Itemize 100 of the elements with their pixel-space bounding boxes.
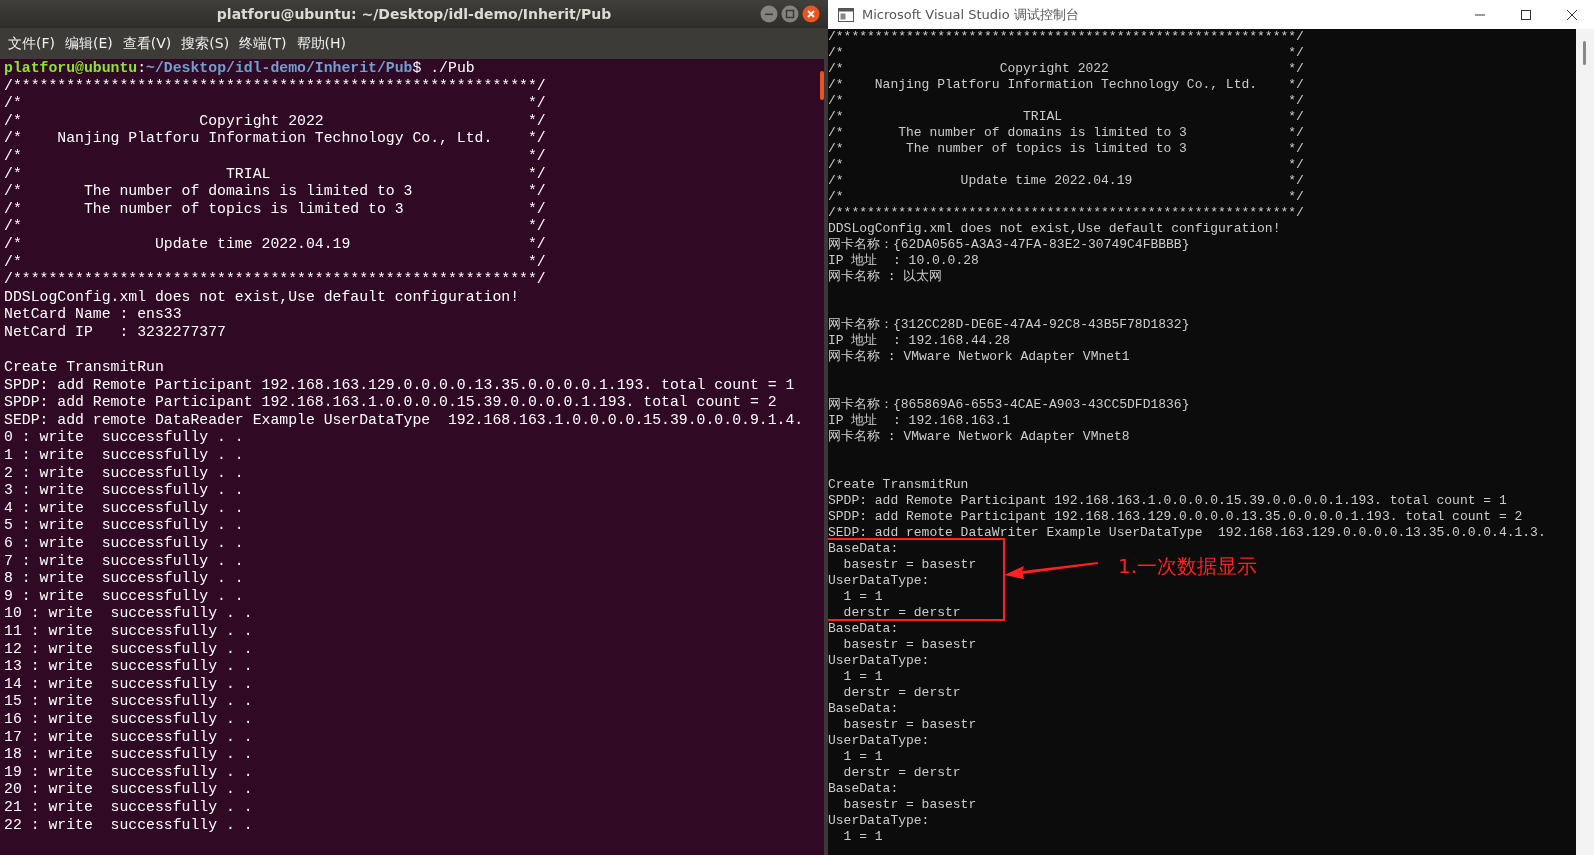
terminal-line: /* Update time 2022.04.19 */ <box>4 235 546 254</box>
terminal-line: 15 : write successfully . . <box>4 693 253 711</box>
window-title: Microsoft Visual Studio 调试控制台 <box>862 5 1080 24</box>
console-line: 网卡名称：{62DA0565-A3A3-47FA-83E2-30749C4FBBBB} <box>828 237 1190 253</box>
console-line: /* */ <box>828 189 1304 205</box>
console-line: basestr = basestr <box>842 557 977 573</box>
close-icon[interactable] <box>1566 8 1578 21</box>
terminal-line: SEDP: add remote DataReader Example UserDataType 192.168.163.1.0.0.0.0.15.39.0.0.0.9.1.4. <box>4 411 804 430</box>
console-line: BaseData: <box>828 701 899 717</box>
annotation-label: 1.一次数据显示 <box>1118 553 1258 580</box>
close-icon[interactable] <box>802 5 820 23</box>
console-line: /* Update time 2022.04.19 */ <box>828 173 1304 189</box>
terminal-line: 8 : write successfully . . <box>4 570 244 588</box>
terminal-line: 17 : write successfully . . <box>4 728 253 747</box>
console-line: basestr = basestr <box>842 637 977 653</box>
console-line: DDSLogConfig.xml does not exist,Use default configuration! <box>828 221 1281 237</box>
menu-item[interactable]: 帮助(H) <box>296 34 347 53</box>
console-line: /* The number of topics is limited to 3 */ <box>828 141 1304 157</box>
console-line: SPDP: add Remote Participant 192.168.163.1.0.0.0.0.15.39.0.0.0.0.1.193. total count = 1 <box>828 493 1507 509</box>
console-line: /* */ <box>828 157 1304 173</box>
console-line: /* Nanjing Platforu Information Technology Co., Ltd. */ <box>828 77 1304 93</box>
console-line: IP 地址 : 10.0.0.28 <box>828 253 979 269</box>
terminal-line: 16 : write successfully . . <box>4 710 253 729</box>
console-line: IP 地址 : 192.168.163.1 <box>828 413 1011 429</box>
console-line: SEDP: add remote DataWriter Example UserDataType 192.168.163.129.0.0.0.0.13.35.0.0.0.4.1.3. <box>828 525 1546 541</box>
console-line: UserDataType: <box>828 733 930 749</box>
maximize-icon[interactable] <box>1520 8 1532 21</box>
console-line: 1 = 1 <box>842 589 883 605</box>
terminal-line: /* */ <box>4 147 546 166</box>
terminal-line: 5 : write successfully . . <box>4 517 244 536</box>
console-line: /* The number of domains is limited to 3 */ <box>828 125 1304 141</box>
terminal-line: Create TransmitRun <box>4 359 164 377</box>
menu-item[interactable]: 终端(T) <box>239 34 287 53</box>
terminal-line: 4 : write successfully . . <box>4 499 244 518</box>
terminal-line: 10 : write successfully . . <box>4 605 253 623</box>
menu-item[interactable]: 搜索(S) <box>181 34 230 53</box>
console-line: /***********************************************************/ <box>828 29 1304 45</box>
terminal-line: 0 : write successfully . . <box>4 429 244 448</box>
terminal-line: /* */ <box>4 253 546 272</box>
console-line: derstr = derstr <box>842 605 961 621</box>
window-title: platforu@ubuntu: ~/Desktop/idl-demo/Inherit/Pub <box>216 6 612 22</box>
console-line: 网卡名称：{865869A6-6553-4CAE-A903-43CC5DFD1836} <box>828 397 1190 413</box>
console-line: UserDataType: <box>828 653 930 669</box>
terminal-line: 21 : write successfully . . <box>4 798 253 817</box>
console-line: 1 = 1 <box>842 669 883 685</box>
terminal-line: /***********************************************************/ <box>4 271 546 289</box>
terminal-line: /* */ <box>4 218 546 236</box>
scrollbar-thumb[interactable] <box>1583 41 1586 65</box>
terminal-line: /* */ <box>4 95 546 113</box>
console-line: BaseData: <box>828 781 899 797</box>
terminal-line: /* Copyright 2022 */ <box>4 112 546 131</box>
terminal-line: /* The number of topics is limited to 3 */ <box>4 200 546 219</box>
terminal-line: /* The number of domains is limited to 3 */ <box>4 183 546 201</box>
prompt-line: platforu@ubuntu:~/Desktop/idl-demo/Inherit/Pub$ ./Pub <box>4 60 475 78</box>
terminal-line: 1 : write successfully . . <box>4 447 244 465</box>
console-line: IP 地址 : 192.168.44.28 <box>828 333 1011 349</box>
terminal-line: 22 : write successfully . . <box>4 816 253 835</box>
terminal-line: 11 : write successfully . . <box>4 623 253 641</box>
console-line: SPDP: add Remote Participant 192.168.163.129.0.0.0.0.13.35.0.0.0.0.1.193. total count = 2 <box>828 509 1523 525</box>
console-line: basestr = basestr <box>842 717 977 733</box>
console-line: derstr = derstr <box>842 685 961 701</box>
terminal-line: SPDP: add Remote Participant 192.168.163.129.0.0.0.0.13.35.0.0.0.0.1.193. total count = 1 <box>4 376 795 395</box>
minimize-icon[interactable] <box>760 5 778 23</box>
console-line: 1 = 1 <box>842 749 883 765</box>
console-line: Create TransmitRun <box>828 477 969 493</box>
console-line: /* TRIAL */ <box>828 109 1304 125</box>
terminal-line: 14 : write successfully . . <box>4 675 253 694</box>
console-line: BaseData: <box>828 541 899 557</box>
terminal-line: NetCard Name : ens33 <box>4 306 182 324</box>
terminal-line: NetCard IP : 3232277377 <box>4 323 226 342</box>
terminal-line: 19 : write successfully . . <box>4 763 253 782</box>
terminal-line: 6 : write successfully . . <box>4 535 244 553</box>
terminal-line: DDSLogConfig.xml does not exist,Use default configuration! <box>4 288 519 307</box>
menu-item[interactable]: 查看(V) <box>122 34 172 53</box>
console-line: derstr = derstr <box>842 765 961 781</box>
terminal-line: 3 : write successfully . . <box>4 482 244 500</box>
scrollbar-thumb[interactable] <box>820 71 824 100</box>
console-line: 网卡名称 : VMware Network Adapter VMnet8 <box>828 429 1130 445</box>
terminal-line: 13 : write successfully . . <box>4 658 253 676</box>
terminal-line: /* Nanjing Platforu Information Technology Co., Ltd. */ <box>4 130 546 148</box>
terminal-line: /***********************************************************/ <box>4 77 546 96</box>
console-line: /* */ <box>828 93 1304 109</box>
console-line: UserDataType: <box>828 573 930 589</box>
console-line: /***********************************************************/ <box>828 205 1304 221</box>
console-line: 1 = 1 <box>842 829 883 845</box>
console-line: /* Copyright 2022 */ <box>828 61 1304 77</box>
console-line: BaseData: <box>828 621 899 637</box>
console-line: 网卡名称 : 以太网 <box>828 269 943 285</box>
console-line: UserDataType: <box>828 813 930 829</box>
terminal-line: /* TRIAL */ <box>4 165 546 184</box>
menu-item[interactable]: 编辑(E) <box>65 34 113 53</box>
console-line: 网卡名称：{312CC28D-DE6E-47A4-92C8-43B5F78D1832} <box>828 317 1190 333</box>
terminal-line: 7 : write successfully . . <box>4 552 244 571</box>
terminal-line: 9 : write successfully . . <box>4 587 244 606</box>
console-line: basestr = basestr <box>842 797 977 813</box>
terminal-line: 2 : write successfully . . <box>4 464 244 483</box>
menu-item[interactable]: 文件(F) <box>8 34 55 53</box>
console-line: /* */ <box>828 45 1304 61</box>
terminal-line: SPDP: add Remote Participant 192.168.163.1.0.0.0.0.15.39.0.0.0.0.1.193. total count = 2 <box>4 394 777 412</box>
console-line: 网卡名称 : VMware Network Adapter VMnet1 <box>828 349 1130 365</box>
